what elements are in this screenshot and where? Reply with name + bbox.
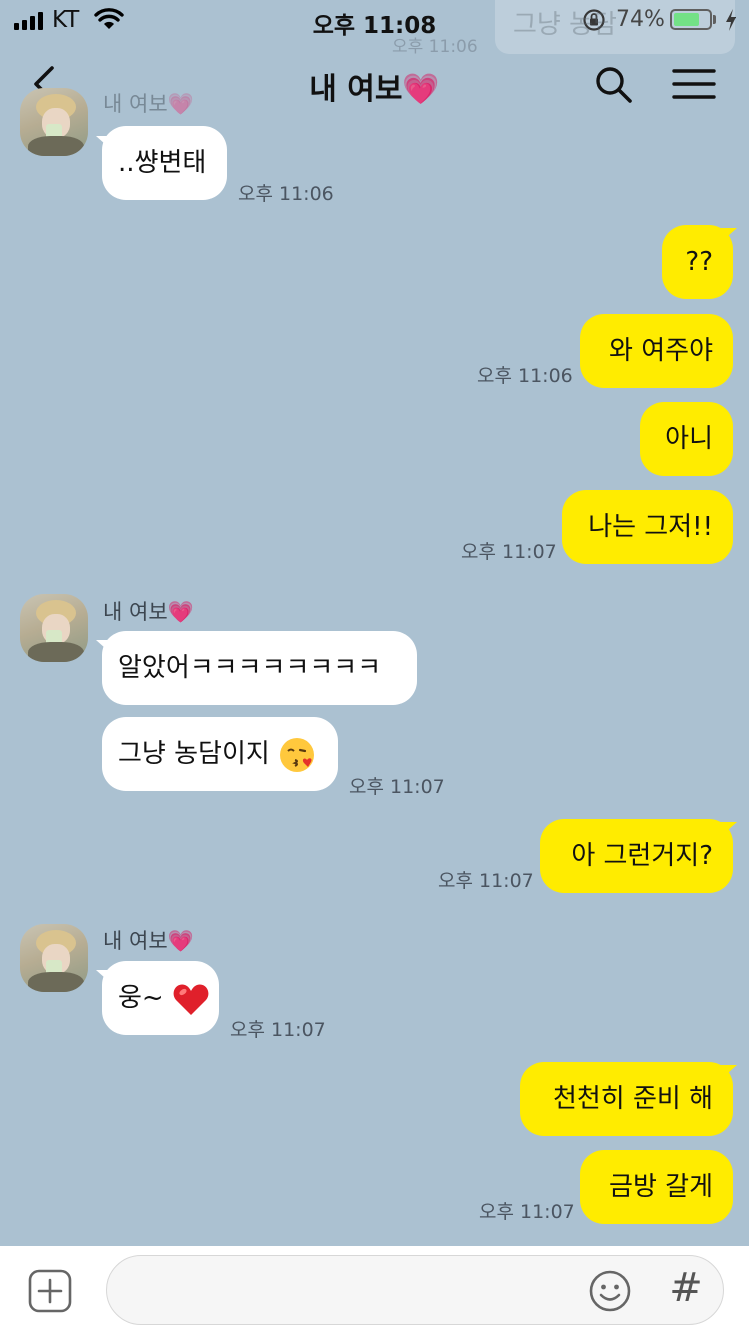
message-bubble-incoming[interactable]: 그냥 농담이지 bbox=[102, 717, 338, 791]
message-time: 오후 11:07 bbox=[479, 1201, 575, 1223]
red-heart-emoji bbox=[173, 983, 209, 1015]
message-input-bar: # bbox=[0, 1246, 749, 1334]
kissing-face-emoji bbox=[280, 737, 315, 772]
message-bubble-incoming[interactable]: 웅~ bbox=[102, 961, 219, 1035]
ghost-preview-text: 그냥 농담 bbox=[513, 10, 617, 40]
message-bubble-incoming[interactable]: 알았어ㅋㅋㅋㅋㅋㅋㅋㅋ bbox=[102, 631, 417, 705]
message-text: 웅~ bbox=[118, 983, 164, 1013]
message-time: 오후 11:06 bbox=[238, 183, 334, 205]
message-bubble-outgoing[interactable]: 와 여주야 bbox=[580, 314, 733, 388]
sender-name: 내 여보💗 bbox=[103, 929, 194, 953]
avatar[interactable] bbox=[20, 924, 88, 992]
message-bubble-outgoing[interactable]: 천천히 준비 해 bbox=[520, 1062, 733, 1136]
message-bubble-outgoing[interactable]: 나는 그저!! bbox=[562, 490, 733, 564]
smiley-icon[interactable] bbox=[588, 1269, 632, 1313]
plus-square-icon[interactable] bbox=[28, 1269, 72, 1313]
sender-name: 내 여보💗 bbox=[103, 92, 194, 116]
avatar[interactable] bbox=[20, 88, 88, 156]
message-text: 그냥 농담이지 bbox=[118, 739, 270, 769]
avatar[interactable] bbox=[20, 594, 88, 662]
search-icon[interactable] bbox=[593, 64, 633, 104]
hamburger-menu-icon[interactable] bbox=[672, 68, 716, 100]
hash-icon[interactable]: # bbox=[668, 1266, 704, 1310]
message-time: 오후 11:07 bbox=[230, 1019, 326, 1041]
message-time: 오후 11:07 bbox=[349, 776, 445, 798]
message-time: 오후 11:06 bbox=[477, 365, 573, 387]
message-time: 오후 11:07 bbox=[461, 541, 557, 563]
sender-name: 내 여보💗 bbox=[103, 600, 194, 624]
message-bubble-outgoing[interactable]: 금방 갈게 bbox=[580, 1150, 733, 1224]
message-time: 오후 11:07 bbox=[438, 870, 534, 892]
message-bubble-outgoing[interactable]: 아 그런거지? bbox=[540, 819, 733, 893]
message-bubble-incoming[interactable]: ..썅변태 bbox=[102, 126, 227, 200]
message-bubble-outgoing[interactable]: 아니 bbox=[640, 402, 733, 476]
message-bubble-outgoing[interactable]: ?? bbox=[662, 225, 733, 299]
